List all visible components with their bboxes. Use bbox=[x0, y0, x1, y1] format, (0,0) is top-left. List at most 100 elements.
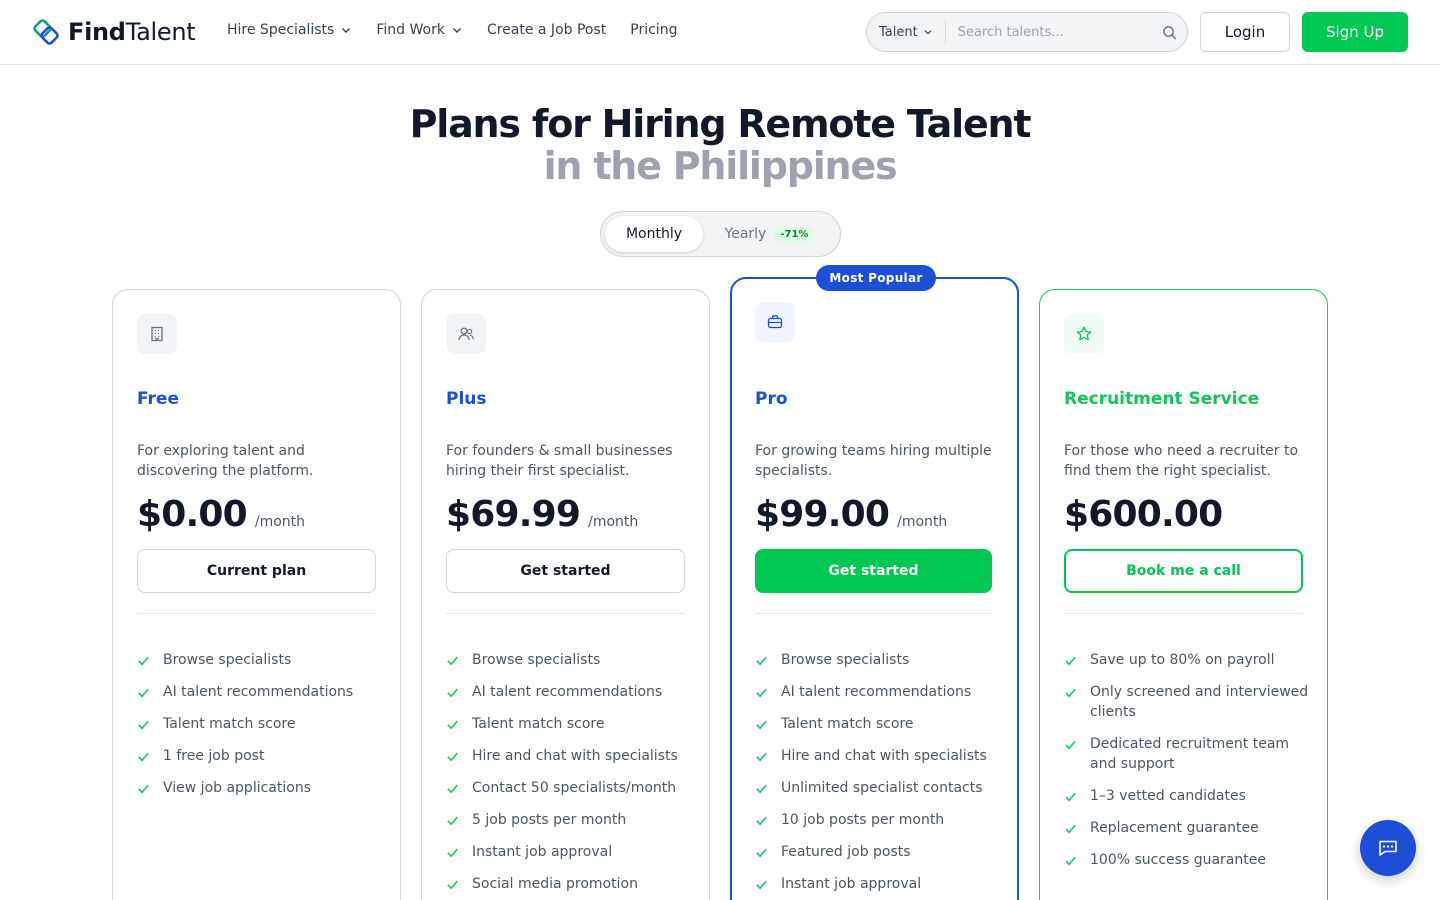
feature-item: Instant job approval bbox=[446, 842, 691, 862]
current-plan-button[interactable]: Current plan bbox=[137, 549, 376, 593]
feature-text: Hire and chat with specialists bbox=[781, 748, 987, 764]
feature-item: Social media promotion bbox=[446, 874, 691, 894]
plan-name: Pro bbox=[755, 389, 788, 409]
star-icon bbox=[1064, 314, 1104, 354]
search-bar: Talent bbox=[866, 12, 1188, 52]
feature-text: AI talent recommendations bbox=[781, 684, 972, 700]
feature-item: Featured job posts bbox=[755, 842, 1000, 862]
feature-item: Talent match score bbox=[755, 714, 1000, 734]
building-icon bbox=[137, 314, 177, 354]
feature-item: AI talent recommendations bbox=[446, 682, 691, 702]
chevron-down-icon bbox=[342, 28, 351, 33]
feature-text: Hire and chat with specialists bbox=[472, 748, 678, 764]
top-navbar: FindTalent Hire Specialists Find Work Cr… bbox=[0, 0, 1440, 65]
nav-pricing[interactable]: Pricing bbox=[630, 22, 677, 38]
price-period: /month bbox=[588, 514, 639, 530]
search-input[interactable] bbox=[945, 24, 1151, 40]
get-started-button[interactable]: Get started bbox=[755, 549, 992, 593]
feature-item: Unlimited specialist contacts bbox=[755, 778, 1000, 798]
feature-text: Talent match score bbox=[781, 716, 914, 732]
plan-card-pro: Most Popular Pro For growing teams hirin… bbox=[730, 265, 1019, 900]
signup-button[interactable]: Sign Up bbox=[1302, 12, 1408, 52]
feature-text: Instant job approval bbox=[781, 876, 922, 892]
billing-yearly-option[interactable]: Yearly -71% bbox=[703, 216, 836, 252]
plan-name: Plus bbox=[446, 389, 487, 409]
feature-text: Replacement guarantee bbox=[1090, 820, 1259, 836]
feature-text: 1 free job post bbox=[163, 748, 265, 764]
feature-item: Browse specialists bbox=[755, 650, 1000, 670]
plan-description: For those who need a recruiter to find t… bbox=[1064, 443, 1299, 479]
check-icon bbox=[755, 874, 769, 894]
feature-item: Instant job approval bbox=[755, 874, 1000, 894]
plan-price: $600.00 bbox=[1064, 494, 1223, 535]
nav-label: Pricing bbox=[630, 22, 678, 38]
plan-price: $0.00 /month bbox=[137, 494, 305, 535]
feature-text: 10 job posts per month bbox=[781, 812, 945, 828]
price-period: /month bbox=[897, 514, 948, 530]
price-period: /month bbox=[254, 514, 306, 530]
billing-yearly-label: Yearly bbox=[724, 226, 767, 242]
price-value: $0.00 bbox=[137, 494, 248, 535]
check-icon bbox=[755, 682, 769, 702]
feature-list: Browse specialists AI talent recommendat… bbox=[446, 650, 691, 900]
feature-text: Browse specialists bbox=[472, 652, 601, 668]
logo-wordmark: FindTalent bbox=[68, 18, 196, 46]
price-value: $69.99 bbox=[446, 494, 581, 535]
feature-text: 1–3 vetted candidates bbox=[1090, 788, 1246, 804]
feature-item: Browse specialists bbox=[446, 650, 691, 670]
check-icon bbox=[446, 746, 460, 766]
feature-text: Dedicated recruitment team and support bbox=[1090, 736, 1290, 772]
plan-name: Free bbox=[137, 389, 179, 409]
login-button[interactable]: Login bbox=[1200, 12, 1290, 52]
check-icon bbox=[1064, 734, 1078, 754]
check-icon bbox=[755, 714, 769, 734]
findtalent-logo[interactable]: FindTalent bbox=[32, 16, 196, 48]
page-title-line-2: in the Philippines bbox=[543, 144, 898, 188]
check-icon bbox=[137, 778, 151, 798]
check-icon bbox=[137, 682, 151, 702]
chat-icon[interactable] bbox=[1360, 820, 1416, 876]
feature-text: Only screened and interviewed clients bbox=[1090, 684, 1309, 720]
check-icon bbox=[137, 714, 151, 734]
search-icon[interactable] bbox=[1151, 25, 1187, 40]
feature-text: View job applications bbox=[163, 780, 311, 796]
check-icon bbox=[137, 746, 151, 766]
nav-find-work[interactable]: Find Work bbox=[376, 22, 463, 38]
billing-toggle: Monthly Yearly -71% bbox=[600, 211, 841, 257]
feature-item: 100% success guarantee bbox=[1064, 850, 1309, 870]
most-popular-badge: Most Popular bbox=[816, 265, 936, 291]
search-category-select[interactable]: Talent bbox=[867, 21, 946, 43]
nav-create-job-post[interactable]: Create a Job Post bbox=[487, 22, 606, 38]
feature-item: Browse specialists bbox=[137, 650, 382, 670]
page-title: Plans for Hiring Remote Talent in the Ph… bbox=[0, 103, 1440, 187]
nav-label: Hire Specialists bbox=[227, 22, 335, 38]
feature-item: Hire and chat with specialists bbox=[755, 746, 1000, 766]
plan-price: $99.00 /month bbox=[755, 494, 947, 535]
book-call-button[interactable]: Book me a call bbox=[1064, 549, 1303, 593]
briefcase-icon bbox=[755, 302, 795, 342]
feature-item: 10 job posts per month bbox=[755, 810, 1000, 830]
check-icon bbox=[755, 810, 769, 830]
feature-text: Browse specialists bbox=[163, 652, 292, 668]
check-icon bbox=[1064, 850, 1078, 870]
check-icon bbox=[446, 650, 460, 670]
billing-monthly-option[interactable]: Monthly bbox=[605, 216, 703, 252]
check-icon bbox=[446, 714, 460, 734]
main-nav: Hire Specialists Find Work Create a Job … bbox=[227, 22, 677, 38]
feature-text: 5 job posts per month bbox=[472, 812, 627, 828]
billing-monthly-label: Monthly bbox=[625, 226, 683, 242]
check-icon bbox=[755, 650, 769, 670]
feature-text: AI talent recommendations bbox=[163, 684, 354, 700]
check-icon bbox=[1064, 818, 1078, 838]
feature-item: 1 free job post bbox=[137, 746, 382, 766]
feature-item: Talent match score bbox=[446, 714, 691, 734]
feature-text: Instant job approval bbox=[472, 844, 613, 860]
plan-price: $69.99 /month bbox=[446, 494, 638, 535]
feature-text: Browse specialists bbox=[781, 652, 910, 668]
check-icon bbox=[446, 810, 460, 830]
nav-hire-specialists[interactable]: Hire Specialists bbox=[227, 22, 352, 38]
divider bbox=[446, 613, 685, 614]
get-started-button[interactable]: Get started bbox=[446, 549, 685, 593]
plan-card-plus: Plus For founders & small businesses hir… bbox=[421, 289, 710, 900]
plan-description: For exploring talent and discovering the… bbox=[137, 443, 314, 479]
